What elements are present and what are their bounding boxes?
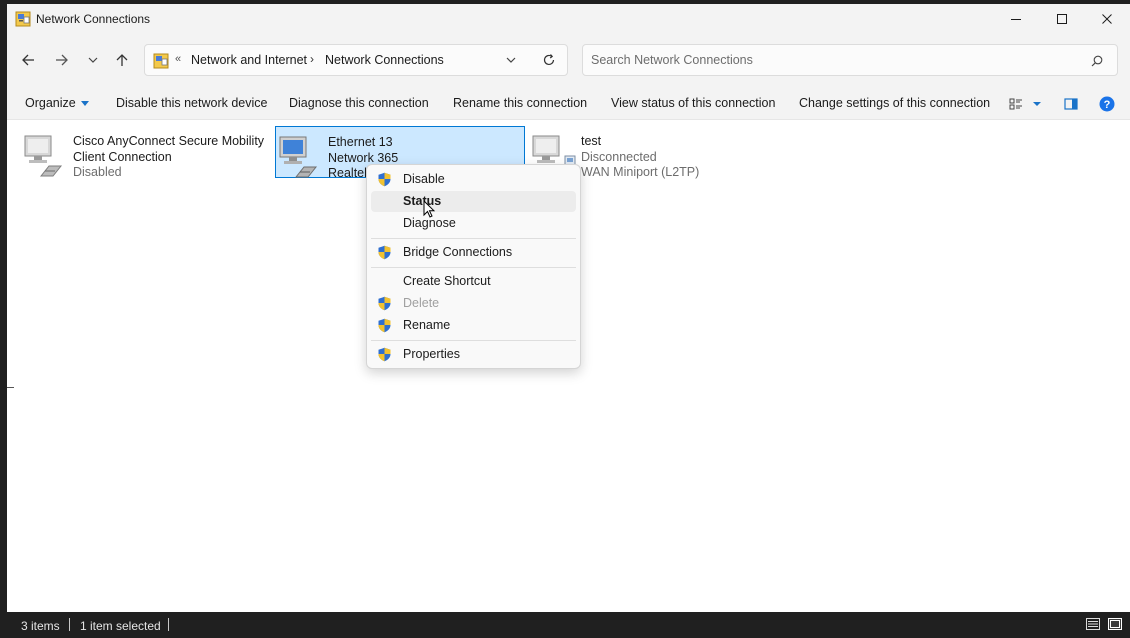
- search-icon[interactable]: [1091, 55, 1103, 67]
- rename-button[interactable]: Rename this connection: [453, 96, 587, 110]
- menu-item-diagnose[interactable]: Diagnose: [371, 213, 576, 234]
- connection-name: Cisco AnyConnect Secure Mobility: [73, 134, 265, 148]
- breadcrumb-network-and-internet[interactable]: Network and Internet: [191, 53, 307, 67]
- help-icon[interactable]: ?: [1099, 96, 1115, 112]
- refresh-icon[interactable]: [542, 53, 556, 67]
- item-count: 3 items: [21, 619, 60, 633]
- address-bar[interactable]: « Network and Internet › Network Connect…: [144, 44, 568, 76]
- forward-button[interactable]: [50, 48, 74, 72]
- maximize-icon: [1057, 14, 1067, 24]
- view-status-button[interactable]: View status of this connection: [611, 96, 775, 110]
- change-settings-button[interactable]: Change settings of this connection: [799, 96, 990, 110]
- network-adapter-connected-icon: [279, 136, 318, 178]
- back-arrow-icon: [22, 54, 34, 66]
- up-button[interactable]: [110, 48, 134, 72]
- menu-item-label: Delete: [403, 296, 440, 310]
- menu-item-label: Create Shortcut: [403, 274, 491, 288]
- title-bar: Network Connections: [7, 4, 1130, 34]
- organize-label: Organize: [25, 96, 76, 110]
- organize-dropdown-icon: [80, 101, 89, 107]
- uac-shield-icon: [378, 347, 391, 362]
- preview-pane-icon[interactable]: [1063, 96, 1079, 112]
- back-button[interactable]: [16, 48, 40, 72]
- connection-item-text: test Disconnected WAN Miniport (L2TP): [581, 134, 699, 181]
- network-folder-icon: [15, 11, 31, 27]
- large-icons-view-icon[interactable]: [1107, 616, 1123, 632]
- disable-device-button[interactable]: Disable this network device: [116, 96, 267, 110]
- search-input[interactable]: [582, 44, 1118, 76]
- address-dropdown-icon[interactable]: [505, 54, 517, 66]
- menu-item-create-shortcut[interactable]: Create Shortcut: [371, 271, 576, 292]
- status-bar: 3 items 1 item selected: [7, 612, 1130, 638]
- edge-divider: [7, 387, 14, 388]
- uac-shield-icon: [378, 296, 391, 311]
- connection-item-text: Cisco AnyConnect Secure Mobility Client …: [73, 134, 264, 181]
- diagnose-button[interactable]: Diagnose this connection: [289, 96, 429, 110]
- connection-name: test: [581, 134, 602, 148]
- selection-count: 1 item selected: [80, 619, 161, 633]
- menu-item-delete[interactable]: Delete: [371, 293, 576, 314]
- close-button[interactable]: [1084, 4, 1130, 34]
- menu-item-properties[interactable]: Properties: [371, 344, 576, 365]
- explorer-window: Network Connections « Network and Intern…: [7, 4, 1130, 638]
- connection-status: Disabled: [73, 165, 122, 179]
- uac-shield-icon: [378, 172, 391, 187]
- recent-locations-button[interactable]: [81, 48, 105, 72]
- menu-item-rename[interactable]: Rename: [371, 315, 576, 336]
- connection-device: WAN Miniport (L2TP): [581, 165, 700, 179]
- uac-shield-icon: [378, 318, 391, 333]
- up-arrow-icon: [116, 54, 128, 66]
- minimize-button[interactable]: [993, 4, 1039, 34]
- network-adapter-disabled-icon: [24, 135, 63, 177]
- breadcrumb-separator[interactable]: ›: [310, 52, 314, 66]
- menu-item-label: Bridge Connections: [403, 245, 513, 259]
- connection-item-cisco[interactable]: Cisco AnyConnect Secure Mobility Client …: [21, 126, 271, 181]
- close-icon: [1102, 14, 1112, 24]
- menu-separator: [371, 238, 576, 239]
- minimize-icon: [1011, 19, 1021, 20]
- address-overflow[interactable]: «: [175, 53, 181, 65]
- command-bar: Organize Disable this network device Dia…: [7, 91, 1130, 120]
- menu-separator: [371, 267, 576, 268]
- connection-name: Ethernet 13: [328, 135, 393, 149]
- forward-arrow-icon: [56, 54, 68, 66]
- connection-name-line2: Client Connection: [73, 149, 172, 164]
- window-title: Network Connections: [36, 12, 151, 26]
- breadcrumb-network-connections[interactable]: Network Connections: [325, 53, 444, 67]
- details-view-icon[interactable]: [1085, 616, 1101, 632]
- menu-item-label: Disable: [403, 172, 445, 186]
- uac-shield-icon: [378, 245, 391, 260]
- menu-item-label: Rename: [403, 318, 451, 332]
- menu-item-disable[interactable]: Disable: [371, 169, 576, 190]
- menu-item-label: Properties: [403, 347, 460, 361]
- menu-separator: [371, 340, 576, 341]
- chevron-down-icon: [88, 57, 98, 63]
- organize-button[interactable]: Organize: [25, 96, 89, 110]
- menu-item-status[interactable]: Status: [371, 191, 576, 212]
- svg-text:?: ?: [1104, 99, 1111, 111]
- mouse-cursor-icon: [423, 200, 435, 218]
- status-separator: [69, 618, 70, 631]
- context-menu: Disable Status Diagnose Bridge Connectio…: [366, 164, 581, 369]
- change-view-icon[interactable]: [1008, 96, 1024, 112]
- status-separator: [168, 618, 169, 631]
- maximize-button[interactable]: [1039, 4, 1085, 34]
- connection-status: Disconnected: [581, 149, 657, 164]
- view-options-dropdown-icon[interactable]: [1029, 96, 1045, 112]
- network-folder-icon: [153, 53, 169, 69]
- menu-item-bridge-connections[interactable]: Bridge Connections: [371, 242, 576, 263]
